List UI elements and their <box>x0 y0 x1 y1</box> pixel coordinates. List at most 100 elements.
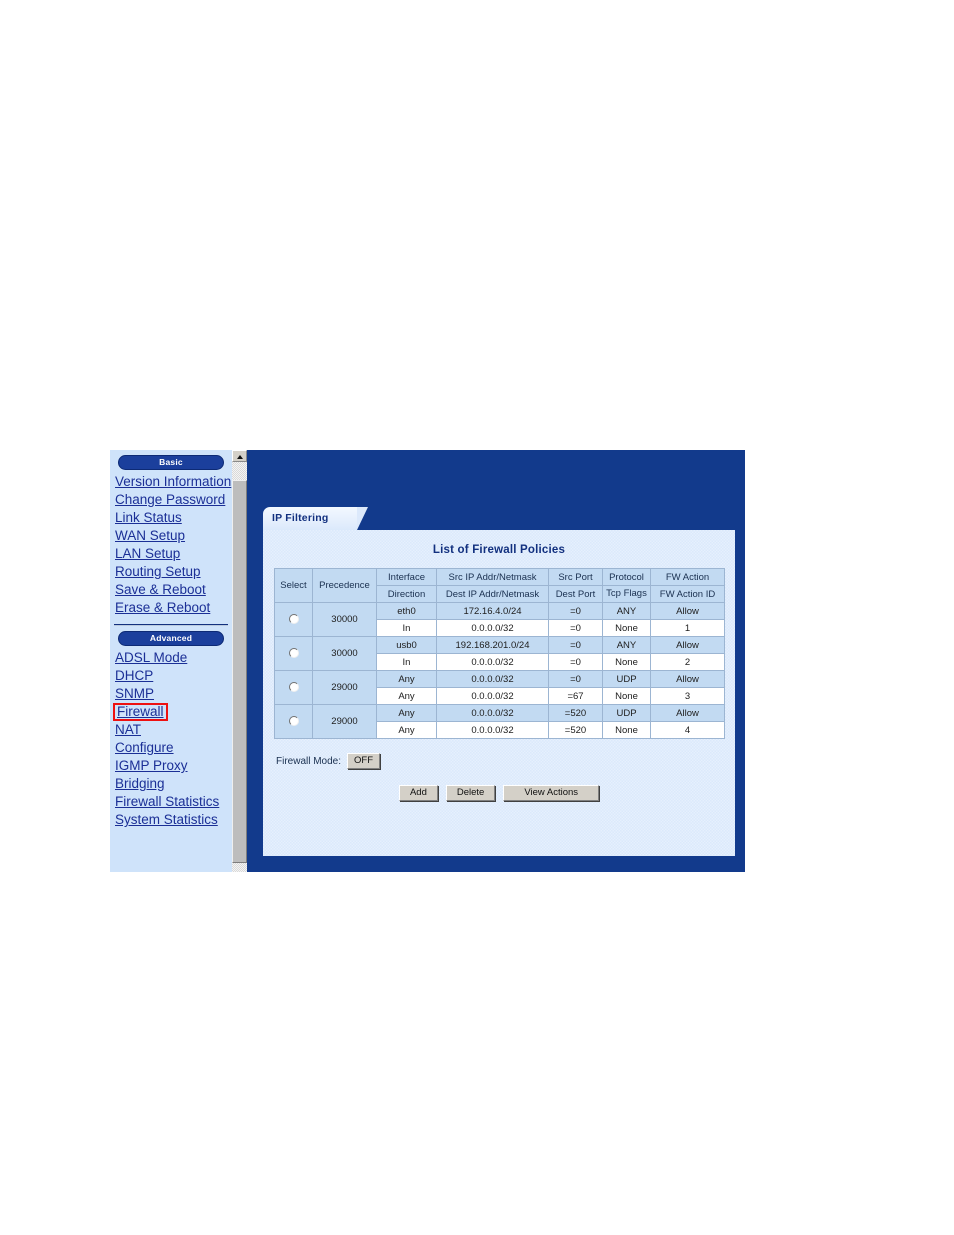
cell-src-ip: 0.0.0.0/32 <box>436 670 549 688</box>
sidebar-link-label[interactable]: SNMP <box>115 686 154 702</box>
sidebar-item-dhcp[interactable]: DHCP <box>115 667 232 685</box>
sidebar-item-version-information[interactable]: Version Information <box>115 473 232 491</box>
row-select-cell[interactable] <box>274 636 313 671</box>
scrollbar-up-button[interactable] <box>232 450 247 462</box>
cell-precedence: 30000 <box>312 636 377 671</box>
table-row[interactable]: 29000 Any 0.0.0.0/32 =520 UDP Allow <box>274 704 725 739</box>
radio-button[interactable] <box>288 648 299 659</box>
cell-protocol: ANY <box>602 636 651 654</box>
scrollbar-track[interactable] <box>232 462 247 872</box>
sidebar-item-bridging[interactable]: Bridging <box>115 775 232 793</box>
cell-fw-action-id: 3 <box>650 687 725 705</box>
sidebar-scrollbar[interactable] <box>232 450 247 872</box>
sidebar-item-snmp[interactable]: SNMP <box>115 685 232 703</box>
column-header-tcp-flags: Tcp Flags <box>602 585 651 603</box>
add-button[interactable]: Add <box>398 785 438 801</box>
sidebar-link-label[interactable]: System Statistics <box>115 812 218 828</box>
sidebar-link-label[interactable]: LAN Setup <box>115 546 180 562</box>
cell-dest-ip: 0.0.0.0/32 <box>436 721 549 739</box>
row-select-cell[interactable] <box>274 602 313 637</box>
sidebar-link-label[interactable]: Link Status <box>115 510 182 526</box>
sidebar-item-change-password[interactable]: Change Password <box>115 491 232 509</box>
table-row[interactable]: 29000 Any 0.0.0.0/32 =0 UDP Allow <box>274 670 725 705</box>
cell-interface: Any <box>376 704 437 722</box>
column-header-src-port: Src Port <box>548 568 603 586</box>
sidebar-item-system-statistics[interactable]: System Statistics <box>115 811 232 829</box>
cell-src-ip: 0.0.0.0/32 <box>436 704 549 722</box>
sidebar-link-label[interactable]: Bridging <box>115 776 165 792</box>
sidebar-link-label[interactable]: Firewall Statistics <box>115 794 219 810</box>
cell-protocol: UDP <box>602 670 651 688</box>
sidebar-link-label[interactable]: Version Information <box>115 474 231 490</box>
cell-src-port: =0 <box>548 636 603 654</box>
cell-direction: Any <box>376 687 437 705</box>
router-config-widget: Basic Version Information Change Passwor… <box>110 450 745 872</box>
cell-fw-action: Allow <box>650 704 725 722</box>
sidebar-item-link-status[interactable]: Link Status <box>115 509 232 527</box>
sidebar-item-erase-and-reboot[interactable]: Erase & Reboot <box>115 599 232 617</box>
sidebar-link-label[interactable]: IGMP Proxy <box>115 758 188 774</box>
sidebar-link-label[interactable]: Save & Reboot <box>115 582 206 598</box>
sidebar-item-adsl-mode[interactable]: ADSL Mode <box>115 649 232 667</box>
radio-button[interactable] <box>288 716 299 727</box>
sidebar-link-label-highlighted[interactable]: Firewall <box>113 703 168 721</box>
cell-src-port: =520 <box>548 704 603 722</box>
cell-src-ip: 192.168.201.0/24 <box>436 636 549 654</box>
sidebar-item-nat[interactable]: NAT <box>115 721 232 739</box>
radio-button[interactable] <box>288 682 299 693</box>
cell-tcp-flags: None <box>602 653 651 671</box>
radio-button[interactable] <box>288 614 299 625</box>
sidebar-item-firewall-statistics[interactable]: Firewall Statistics <box>115 793 232 811</box>
column-header-interface: Interface <box>376 568 437 586</box>
cell-tcp-flags: None <box>602 619 651 637</box>
cell-precedence: 29000 <box>312 704 377 739</box>
sidebar-item-igmp-proxy[interactable]: IGMP Proxy <box>115 757 232 775</box>
column-header-direction: Direction <box>376 585 437 603</box>
sidebar-item-firewall[interactable]: Firewall <box>113 703 232 721</box>
cell-src-port: =0 <box>548 602 603 620</box>
sidebar-link-label[interactable]: Routing Setup <box>115 564 201 580</box>
firewall-mode-toggle-button[interactable]: OFF <box>347 753 381 769</box>
column-header-select: Select <box>274 568 313 603</box>
action-button-bar: Add Delete View Actions <box>263 785 735 801</box>
cell-fw-action: Allow <box>650 636 725 654</box>
tab-ip-filtering[interactable]: IP Filtering <box>263 507 368 530</box>
chevron-up-icon <box>237 455 243 459</box>
cell-dest-port: =0 <box>548 653 603 671</box>
sidebar-item-configure[interactable]: Configure <box>115 739 232 757</box>
sidebar-link-label[interactable]: ADSL Mode <box>115 650 187 666</box>
column-header-protocol: Protocol <box>602 568 651 586</box>
column-header-dest-ip: Dest IP Addr/Netmask <box>436 585 549 603</box>
sidebar-link-label[interactable]: DHCP <box>115 668 153 684</box>
sidebar-link-label[interactable]: NAT <box>115 722 141 738</box>
cell-dest-port: =520 <box>548 721 603 739</box>
sidebar-item-routing-setup[interactable]: Routing Setup <box>115 563 232 581</box>
sidebar-link-label[interactable]: Erase & Reboot <box>115 600 210 616</box>
scrollbar-thumb[interactable] <box>232 480 247 863</box>
page-title: List of Firewall Policies <box>432 544 566 556</box>
table-header-row-1: Select Precedence Interface Src IP Addr/… <box>274 568 725 603</box>
cell-tcp-flags: None <box>602 721 651 739</box>
sidebar-item-wan-setup[interactable]: WAN Setup <box>115 527 232 545</box>
view-actions-button[interactable]: View Actions <box>503 785 600 801</box>
cell-dest-ip: 0.0.0.0/32 <box>436 687 549 705</box>
cell-precedence: 29000 <box>312 670 377 705</box>
cell-dest-port: =0 <box>548 619 603 637</box>
table-row[interactable]: 30000 eth0 172.16.4.0/24 =0 ANY Allow <box>274 602 725 637</box>
row-select-cell[interactable] <box>274 670 313 705</box>
cell-interface: eth0 <box>376 602 437 620</box>
column-header-src-ip: Src IP Addr/Netmask <box>436 568 549 586</box>
column-header-fw-action: FW Action <box>650 568 725 586</box>
delete-button[interactable]: Delete <box>445 785 496 801</box>
row-select-cell[interactable] <box>274 704 313 739</box>
cell-tcp-flags: None <box>602 687 651 705</box>
ip-filtering-panel: List of Firewall Policies Select Precede… <box>263 530 735 856</box>
cell-interface: Any <box>376 670 437 688</box>
sidebar-link-label[interactable]: WAN Setup <box>115 528 185 544</box>
sidebar-item-save-and-reboot[interactable]: Save & Reboot <box>115 581 232 599</box>
sidebar-item-lan-setup[interactable]: LAN Setup <box>115 545 232 563</box>
firewall-mode-label: Firewall Mode: <box>276 755 342 767</box>
sidebar-link-label[interactable]: Configure <box>115 740 174 756</box>
sidebar-link-label[interactable]: Change Password <box>115 492 225 508</box>
table-row[interactable]: 30000 usb0 192.168.201.0/24 =0 ANY Allow <box>274 636 725 671</box>
